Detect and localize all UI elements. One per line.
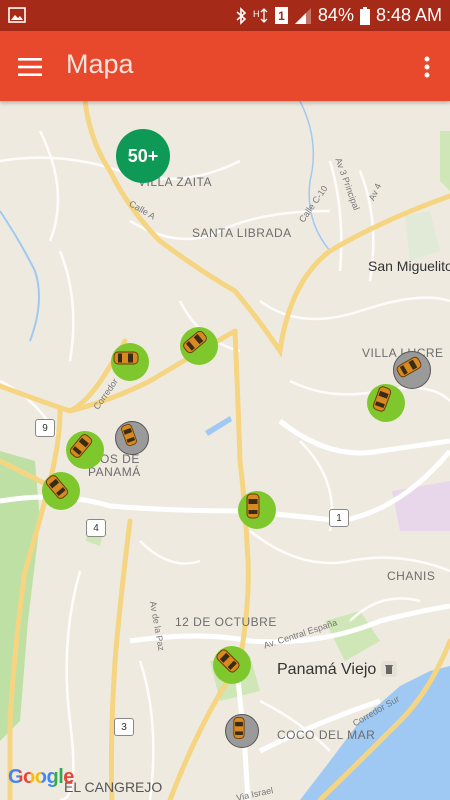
status-bar: H 1 84% 8:48 AM: [0, 0, 450, 31]
clock: 8:48 AM: [375, 5, 442, 25]
taxi-car-icon: [246, 493, 260, 519]
taxi-car-icon: [69, 434, 93, 458]
area-label-san-miguelito: San Miguelito: [368, 258, 450, 274]
taxi-car-icon: [233, 717, 245, 739]
area-label-12-de-octubre: 12 DE OCTUBRE: [175, 615, 277, 629]
battery-icon: [359, 6, 370, 25]
taxi-marker[interactable]: [66, 431, 104, 469]
taxi-car-icon: [372, 386, 392, 412]
battery-percent: 84%: [317, 5, 354, 25]
area-label-el-cangrejo: EL CANGREJO: [64, 779, 163, 795]
taxi-car-icon: [45, 475, 69, 499]
taxi-marker[interactable]: [180, 327, 218, 365]
taxi-marker-busy[interactable]: [393, 351, 431, 389]
google-logo[interactable]: Google: [8, 766, 74, 789]
svg-text:H: H: [253, 9, 260, 19]
page-title: Mapa: [66, 49, 134, 79]
route-shield-9: 9: [35, 419, 55, 437]
area-label-santa-librada: SANTA LIBRADA: [192, 226, 292, 240]
taxi-marker-busy[interactable]: [225, 714, 259, 748]
overflow-menu-button[interactable]: [414, 47, 440, 87]
taxi-cluster-marker[interactable]: 50+: [116, 129, 170, 183]
gallery-notification-icon: [8, 7, 26, 23]
bluetooth-icon: [236, 6, 247, 25]
area-label-chanis: CHANIS: [387, 569, 436, 583]
signal-icon: [294, 7, 311, 24]
area-label-panama: PANAMÁ: [88, 465, 141, 479]
taxi-car-icon: [113, 351, 139, 365]
route-shield-4: 4: [86, 519, 106, 537]
taxi-car-icon: [183, 330, 207, 354]
landmark-icon: [381, 661, 397, 677]
attribution-text: Google: [8, 766, 74, 788]
data-transfer-icon: H: [253, 7, 268, 23]
menu-button[interactable]: [10, 47, 50, 87]
taxi-marker[interactable]: [213, 646, 251, 684]
sim-badge: 1: [274, 7, 288, 24]
route-shield-1: 1: [329, 509, 349, 527]
area-label-coco-del-mar: COCO DEL MAR: [277, 728, 376, 742]
taxi-car-icon: [396, 356, 422, 378]
route-shield-3: 3: [114, 718, 134, 736]
taxi-marker[interactable]: [42, 472, 80, 510]
taxi-marker-busy[interactable]: [115, 421, 149, 455]
map-view[interactable]: VILLA ZAITA SANTA LIBRADA San Miguelito …: [0, 101, 450, 800]
app-bar: Mapa: [0, 31, 450, 101]
area-label-panama-viejo: Panamá Viejo: [277, 661, 377, 678]
hamburger-menu-icon: [18, 58, 42, 76]
taxi-marker[interactable]: [111, 343, 149, 381]
taxi-car-icon: [216, 649, 240, 673]
taxi-marker[interactable]: [367, 384, 405, 422]
more-vert-icon: [424, 56, 430, 78]
taxi-car-icon: [121, 423, 137, 447]
taxi-marker[interactable]: [238, 491, 276, 529]
